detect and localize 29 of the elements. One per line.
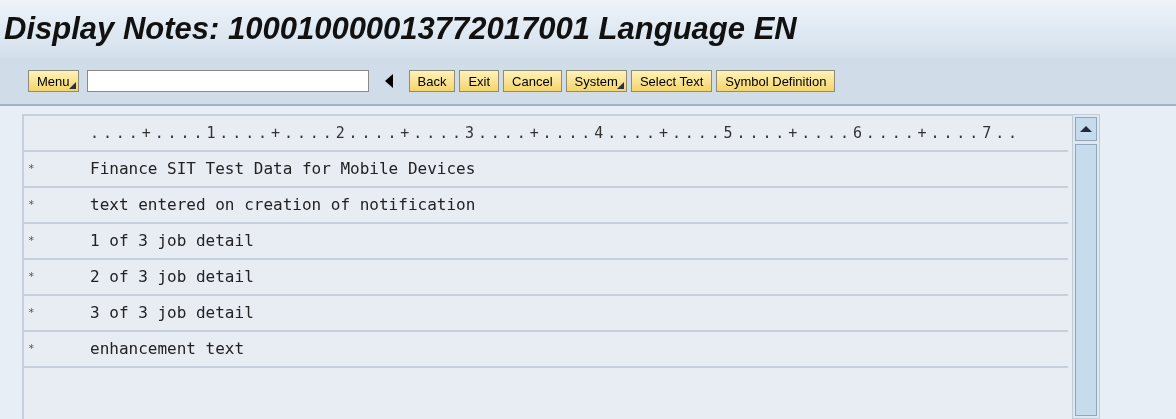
toolbar-button[interactable]: Back [408, 70, 456, 92]
toolbar-button[interactable]: Exit [459, 70, 500, 92]
text-line[interactable]: Finance SIT Test Data for Mobile Devices [90, 157, 476, 181]
text-line[interactable]: enhancement text [90, 337, 245, 361]
vertical-scrollbar[interactable] [1072, 114, 1100, 419]
scroll-up-button[interactable] [1075, 117, 1097, 141]
command-field[interactable] [86, 70, 369, 92]
menu-button[interactable]: Menu [28, 70, 79, 92]
toolbar-button[interactable]: Symbol Definition [716, 70, 836, 92]
text-line[interactable]: 2 of 3 job detail [90, 265, 254, 289]
toolbar-button[interactable]: Cancel [503, 70, 562, 92]
format-marker: * [27, 340, 36, 357]
previous-arrow-icon[interactable] [384, 74, 393, 88]
dropdown-corner-icon [68, 82, 76, 89]
format-marker: * [27, 268, 36, 285]
format-marker: * [27, 304, 36, 321]
text-line[interactable]: 1 of 3 job detail [90, 229, 254, 253]
format-marker: * [27, 160, 36, 177]
window-title: Display Notes: 100010000013772017001 Language EN [4, 9, 797, 48]
format-marker: * [27, 232, 36, 249]
text-line[interactable]: 3 of 3 job detail [90, 301, 254, 325]
column-ruler: ....+....1....+....2....+....3....+....4....+....5....+....6....+....7.. [90, 122, 1021, 144]
menu-button[interactable]: System [565, 70, 627, 92]
text-line[interactable]: text entered on creation of notification [90, 193, 476, 217]
toolbar-button[interactable]: Select Text [630, 70, 713, 92]
format-marker: * [27, 196, 36, 213]
up-arrow-icon [1080, 126, 1092, 132]
dropdown-corner-icon [616, 82, 624, 89]
scroll-thumb[interactable] [1075, 144, 1097, 416]
